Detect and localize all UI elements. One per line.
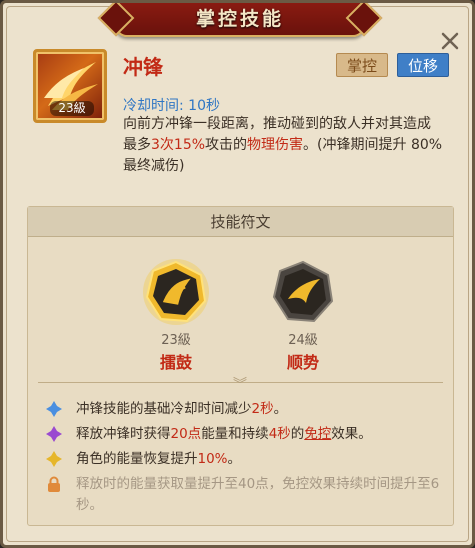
lock-icon [48, 476, 60, 492]
rune-level: 24級 [288, 333, 318, 348]
yellow-diamond-icon [46, 451, 62, 467]
title-banner: 掌控技能 [115, 3, 365, 37]
close-button[interactable] [438, 29, 462, 53]
blue-diamond-icon [46, 401, 62, 417]
effect-row: 释放冲锋时获得20点能量和持续4秒的免控效果。 [46, 424, 441, 445]
skill-name: 冲锋 [123, 55, 163, 79]
rune-name: 顺势 [286, 353, 319, 372]
purple-diamond-icon [46, 426, 62, 442]
skill-panel: 掌控技能 23級 冲锋 掌控 位移 冷却时间: 10秒 向前方冲锋一段距离，推动… [0, 0, 475, 548]
rune-name: 擂鼓 [159, 353, 192, 372]
tag-control: 掌控 [336, 53, 389, 77]
skill-level-badge: 23級 [50, 101, 94, 116]
close-icon [441, 32, 459, 50]
rune-section-header: 技能符文 [28, 207, 453, 237]
divider-chevron-icon: ︾ [233, 377, 247, 393]
charge-skill-icon: 23級 [33, 49, 107, 123]
panel-title: 掌控技能 [195, 7, 284, 30]
effect-row: 角色的能量恢复提升10%。 [46, 449, 441, 470]
tag-move: 位移 [397, 53, 450, 77]
momentum-rune-icon [268, 257, 338, 327]
rune-item-momentum[interactable]: 24級 顺势 [263, 257, 343, 373]
rune-level: 23級 [161, 333, 191, 348]
drum-rune-icon [141, 257, 211, 327]
skill-description: 向前方冲锋一段距离，推动碰到的敌人并对其造成最多3次15%攻击的物理伤害。(冲锋… [123, 116, 443, 174]
cooldown-text: 冷却时间: 10秒 [123, 98, 220, 114]
effect-row: 冲锋技能的基础冷却时间减少2秒。 [46, 399, 441, 420]
rune-item-drum[interactable]: 23級 擂鼓 [136, 257, 216, 373]
effect-row-locked: 释放时的能量获取量提升至40点，免控效果持续时间提升至6秒。 [46, 474, 441, 516]
immune-control-link[interactable]: 免控 [304, 426, 331, 442]
rune-section: 技能符文 23級 擂鼓 24級 顺势 ︾ 冲锋技能的基础冷却时间减少2秒。 释放… [27, 206, 454, 526]
